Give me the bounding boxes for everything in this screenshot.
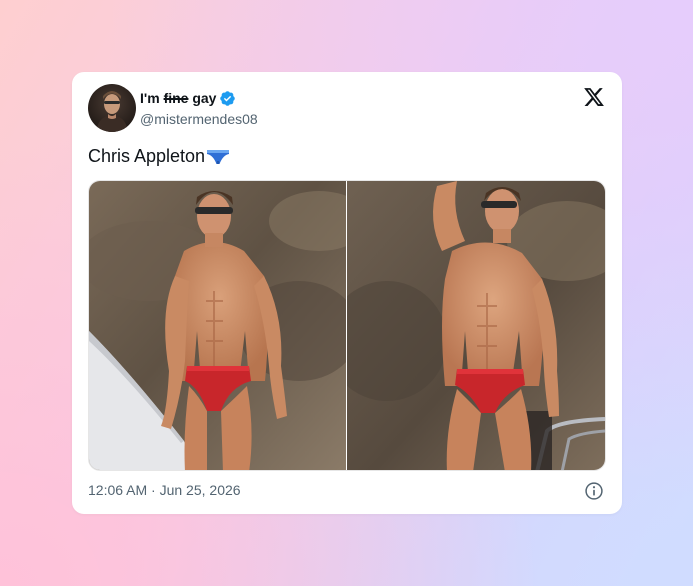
author-display-name[interactable]: I'm fine gay bbox=[140, 90, 216, 106]
tweet-card: I'm fine gay @mistermendes08 Chris Apple… bbox=[72, 72, 622, 514]
avatar[interactable] bbox=[88, 84, 136, 132]
display-name-prefix: I'm bbox=[140, 90, 164, 106]
tweet-text: Chris Appleton bbox=[88, 146, 230, 167]
display-name-suffix: gay bbox=[188, 90, 217, 106]
author-name-row: I'm fine gay bbox=[140, 88, 236, 108]
verified-badge-icon bbox=[220, 90, 236, 106]
tweet-text-content: Chris Appleton bbox=[88, 146, 206, 166]
briefs-emoji-icon bbox=[207, 149, 230, 164]
author-handle[interactable]: @mistermendes08 bbox=[140, 111, 258, 127]
media-photo-1[interactable] bbox=[89, 181, 369, 470]
display-name-struck: fine bbox=[163, 90, 189, 106]
media-photo-2[interactable] bbox=[327, 181, 605, 470]
info-icon[interactable] bbox=[584, 481, 604, 501]
x-logo-icon[interactable] bbox=[583, 86, 605, 108]
tweet-timestamp[interactable]: 12:06 AM · Jun 25, 2026 bbox=[88, 482, 241, 498]
media-grid bbox=[88, 180, 606, 471]
